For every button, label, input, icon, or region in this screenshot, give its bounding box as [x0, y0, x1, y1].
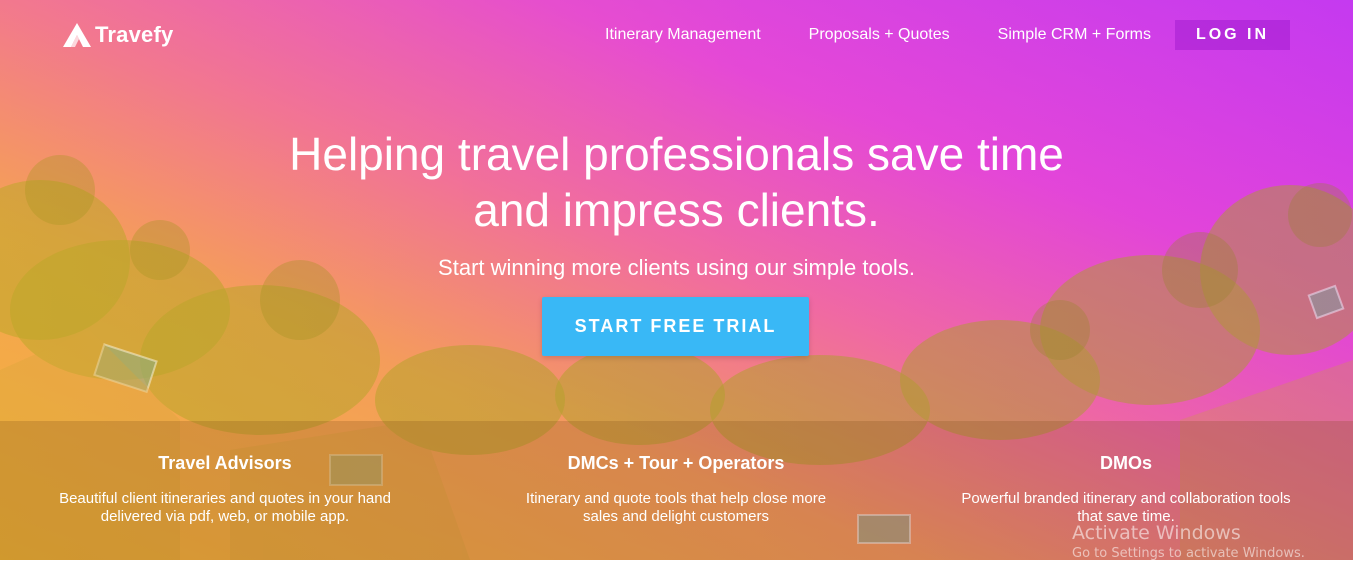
headline-line-1: Helping travel professionals save time — [289, 128, 1064, 180]
hero-subheadline: Start winning more clients using our sim… — [438, 255, 915, 280]
segment-dmcs-tour-operators[interactable]: DMCs + Tour + Operators Itinerary and qu… — [476, 453, 876, 526]
headline-line-2: and impress clients. — [473, 184, 880, 236]
watermark-line-1: Activate Windows — [1072, 522, 1241, 544]
login-button[interactable]: LOG IN — [1175, 20, 1290, 50]
activate-windows-watermark: Activate Windows Go to Settings to activ… — [1072, 522, 1305, 561]
segment-description-line-2: delivered via pdf, web, or mobile app. — [100, 508, 350, 525]
nav-itinerary-management[interactable]: Itinerary Management — [605, 26, 761, 44]
start-free-trial-button[interactable]: START FREE TRIAL — [542, 297, 809, 356]
segment-title: Travel Advisors — [158, 453, 292, 473]
watermark-line-2: Go to Settings to activate Windows. — [1072, 546, 1305, 561]
top-navigation: Itinerary Management Proposals + Quotes … — [557, 20, 1290, 50]
segment-description-line-1: Itinerary and quote tools that help clos… — [525, 490, 827, 507]
segment-description-line-2: sales and delight customers — [583, 508, 769, 525]
segment-description-line-1: Powerful branded itinerary and collabora… — [961, 490, 1291, 507]
segment-title: DMOs — [1099, 453, 1152, 473]
nav-proposals-quotes[interactable]: Proposals + Quotes — [809, 26, 950, 44]
travefy-a-mark-icon — [63, 23, 91, 47]
travefy-logo[interactable]: Travefy — [62, 22, 173, 48]
segment-travel-advisors[interactable]: Travel Advisors Beautiful client itinera… — [25, 453, 425, 526]
hero-headline: Helping travel professionals save time a… — [0, 126, 1353, 238]
segment-description-line-1: Beautiful client itineraries and quotes … — [59, 490, 391, 507]
nav-simple-crm-forms[interactable]: Simple CRM + Forms — [998, 26, 1151, 44]
brand-name: Travefy — [95, 22, 174, 47]
segment-title: DMCs + Tour + Operators — [567, 453, 785, 473]
segment-dmos[interactable]: DMOs Powerful branded itinerary and coll… — [926, 453, 1326, 526]
